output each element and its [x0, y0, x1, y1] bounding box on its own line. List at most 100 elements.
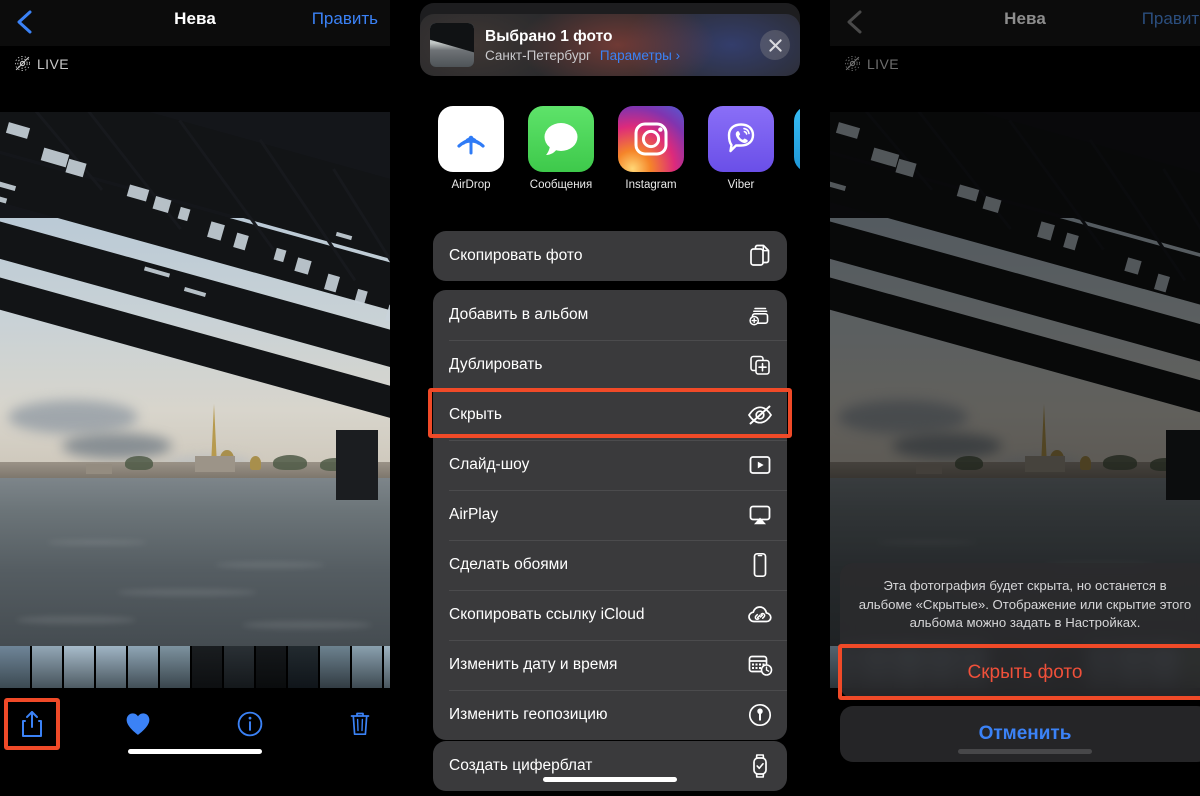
photo-viewer[interactable] — [0, 86, 390, 646]
menu-item-label: Скрыть — [449, 406, 502, 423]
filmstrip-thumb[interactable] — [288, 646, 318, 688]
options-link[interactable]: Параметры › — [600, 48, 680, 63]
close-button[interactable] — [760, 30, 790, 60]
menu-item-adjust-location[interactable]: Изменить геопозицию — [433, 690, 787, 740]
phone-panel-photo-view: Нева Править LIVE — [0, 0, 390, 796]
live-badge-row: LIVE — [0, 46, 390, 86]
filmstrip-thumb[interactable] — [384, 646, 390, 688]
messages-icon — [544, 123, 578, 155]
edit-button[interactable]: Править — [312, 9, 378, 29]
edit-button[interactable]: Править — [1142, 9, 1200, 29]
panel-gap-left — [390, 0, 410, 796]
info-circle-icon — [237, 711, 263, 737]
add-to-album-icon — [747, 302, 773, 328]
share-button[interactable] — [6, 702, 58, 746]
selected-photo-thumbnail[interactable] — [430, 23, 474, 67]
menu-group-copy: Скопировать фото — [433, 231, 787, 281]
heart-filled-icon — [126, 713, 150, 735]
menu-item-label: Скопировать ссылку iCloud — [449, 606, 645, 623]
photo-toolbar — [0, 688, 390, 768]
share-app-airdrop[interactable]: AirDrop — [434, 106, 508, 202]
navigation-bar: Нева Править — [0, 0, 390, 46]
menu-item-set-wallpaper[interactable]: Сделать обоями — [433, 540, 787, 590]
filmstrip-thumb[interactable] — [128, 646, 158, 688]
filmstrip-thumb[interactable] — [64, 646, 94, 688]
cancel-button[interactable]: Отменить — [840, 706, 1200, 762]
favorite-button[interactable] — [112, 702, 164, 746]
live-badge-row: LIVE — [830, 46, 1200, 86]
menu-item-label: Слайд-шоу — [449, 456, 530, 473]
wallpaper-icon — [747, 552, 773, 578]
copy-icon — [747, 243, 773, 269]
hide-photo-button[interactable]: Скрыть фото — [840, 646, 1200, 698]
info-button[interactable] — [224, 702, 276, 746]
share-apps-row[interactable]: AirDrop Сообщения Instagram Viber — [420, 106, 800, 202]
hide-confirmation-sheet: Эта фотография будет скрыта, но останетс… — [838, 562, 1200, 762]
close-icon — [768, 38, 782, 52]
menu-item-copy-icloud-link[interactable]: Скопировать ссылку iCloud — [433, 590, 787, 640]
live-photo-off-icon — [844, 55, 861, 72]
filmstrip-thumb[interactable] — [32, 646, 62, 688]
menu-item-label: Сделать обоями — [449, 556, 568, 573]
menu-item-label: Дублировать — [449, 356, 543, 373]
phone-panel-hide-confirm: Нева Править LIVE — [830, 0, 1200, 796]
delete-button[interactable] — [334, 702, 386, 746]
live-badge-label: LIVE — [867, 55, 899, 72]
filmstrip-thumb[interactable] — [224, 646, 254, 688]
share-app-next-partial[interactable] — [794, 106, 800, 202]
bridge-structure — [0, 86, 390, 579]
photo-location: Санкт-Петербург — [485, 48, 591, 64]
share-app-messages[interactable]: Сообщения — [524, 106, 598, 202]
selection-title: Выбрано 1 фото — [485, 27, 613, 45]
navigation-bar: Нева Править — [830, 0, 1200, 46]
menu-item-label: AirPlay — [449, 506, 499, 523]
eye-slash-icon — [747, 402, 773, 428]
filmstrip-thumb[interactable] — [352, 646, 382, 688]
menu-group-actions: Добавить в альбом Дублировать Скрыть Сла… — [433, 290, 787, 740]
share-sheet-texts: Выбрано 1 фото Санкт-Петербург Параметры… — [474, 27, 760, 63]
home-indicator — [543, 777, 677, 782]
share-app-viber[interactable]: Viber — [704, 106, 778, 202]
menu-item-create-watch-face[interactable]: Создать циферблат — [433, 741, 787, 791]
photo-filmstrip[interactable] — [0, 646, 390, 688]
filmstrip-thumb[interactable] — [192, 646, 222, 688]
confirmation-card: Эта фотография будет скрыта, но останетс… — [840, 562, 1200, 698]
location-icon — [747, 702, 773, 728]
viber-icon — [727, 123, 755, 153]
menu-item-add-to-album[interactable]: Добавить в альбом — [433, 290, 787, 340]
menu-item-airplay[interactable]: AirPlay — [433, 490, 787, 540]
share-icon — [22, 711, 42, 737]
app-label: Instagram — [625, 179, 677, 191]
share-app-instagram[interactable]: Instagram — [614, 106, 688, 202]
instagram-icon — [634, 122, 668, 156]
menu-item-label: Изменить дату и время — [449, 656, 618, 673]
photo-neva-bridge — [0, 86, 390, 646]
duplicate-icon — [747, 352, 773, 378]
icloud-link-icon — [747, 602, 773, 628]
filmstrip-thumb[interactable] — [320, 646, 350, 688]
menu-item-copy-photo[interactable]: Скопировать фото — [433, 231, 787, 281]
app-label: Viber — [727, 179, 755, 191]
trash-icon — [350, 712, 370, 736]
menu-item-label: Скопировать фото — [449, 247, 583, 264]
menu-item-adjust-date-time[interactable]: Изменить дату и время — [433, 640, 787, 690]
filmstrip-thumb[interactable] — [256, 646, 286, 688]
live-badge-label: LIVE — [37, 55, 69, 72]
confirmation-message: Эта фотография будет скрыта, но останетс… — [858, 577, 1192, 631]
menu-item-duplicate[interactable]: Дублировать — [433, 340, 787, 390]
menu-item-label: Добавить в альбом — [449, 306, 589, 323]
home-indicator — [128, 749, 262, 754]
menu-item-slideshow[interactable]: Слайд-шоу — [433, 440, 787, 490]
filmstrip-thumb[interactable] — [160, 646, 190, 688]
panel-gap-right — [810, 0, 830, 796]
airdrop-icon — [457, 135, 485, 155]
airplay-icon — [747, 502, 773, 528]
filmstrip-thumb[interactable] — [96, 646, 126, 688]
filmstrip-thumb[interactable] — [0, 646, 30, 688]
share-sheet-header: Выбрано 1 фото Санкт-Петербург Параметры… — [420, 14, 800, 76]
selection-subtitle-row: Санкт-Петербург Параметры › — [485, 48, 760, 63]
live-photo-badge[interactable]: LIVE — [14, 55, 69, 72]
live-photo-badge[interactable]: LIVE — [844, 55, 899, 72]
menu-item-hide[interactable]: Скрыть — [433, 390, 787, 440]
menu-item-label: Создать циферблат — [449, 757, 593, 774]
